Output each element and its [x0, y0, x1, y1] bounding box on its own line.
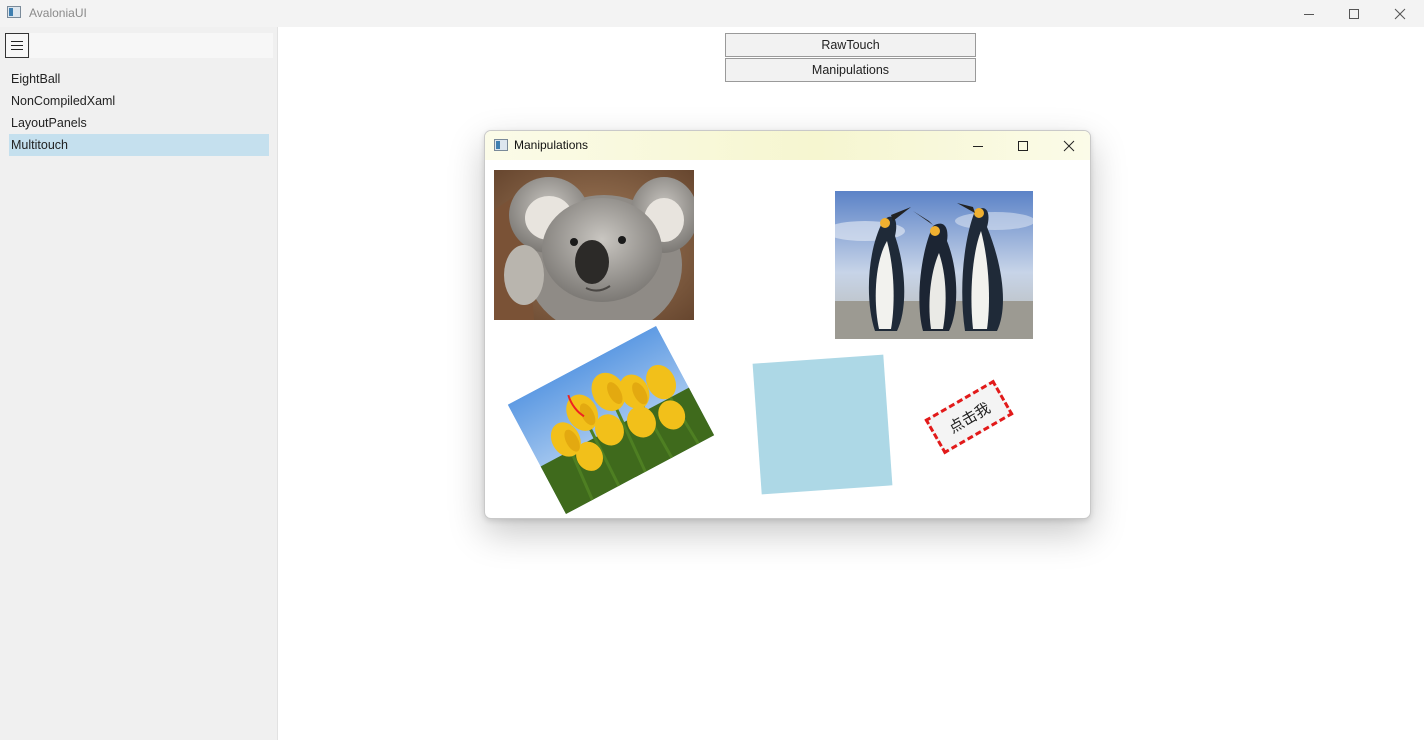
- child-minimize-button[interactable]: [955, 131, 1001, 160]
- child-maximize-button[interactable]: [1000, 131, 1046, 160]
- minimize-icon: [973, 145, 983, 147]
- sidebar-nav-list: EightBall NonCompiledXaml LayoutPanels M…: [9, 68, 269, 156]
- sidebar-item-eightball[interactable]: EightBall: [9, 68, 269, 90]
- manipulations-button[interactable]: Manipulations: [725, 58, 976, 82]
- sidebar-item-noncompiledxaml[interactable]: NonCompiledXaml: [9, 90, 269, 112]
- app-icon: [7, 6, 21, 18]
- child-close-button[interactable]: [1046, 131, 1090, 160]
- maximize-button[interactable]: [1331, 0, 1377, 27]
- sidebar-item-multitouch[interactable]: Multitouch: [9, 134, 269, 156]
- window-title: AvaloniaUI: [29, 6, 87, 20]
- penguins-image[interactable]: [835, 191, 1033, 339]
- pane-header-strip: [30, 33, 273, 58]
- child-window-title: Manipulations: [514, 138, 589, 152]
- child-title-bar[interactable]: Manipulations: [485, 131, 1090, 160]
- close-button[interactable]: [1377, 0, 1423, 27]
- main-title-bar: AvaloniaUI: [0, 0, 1424, 27]
- close-icon: [1394, 8, 1406, 19]
- sidebar-item-layoutpanels[interactable]: LayoutPanels: [9, 112, 269, 134]
- minimize-button[interactable]: [1286, 0, 1332, 27]
- hamburger-icon: [11, 40, 23, 51]
- child-app-icon: [494, 139, 508, 151]
- blue-square[interactable]: [752, 354, 893, 495]
- maximize-icon: [1349, 8, 1359, 19]
- koala-image[interactable]: [494, 170, 694, 320]
- close-icon: [1063, 140, 1075, 151]
- rawtouch-button[interactable]: RawTouch: [725, 33, 976, 57]
- hamburger-button[interactable]: [5, 33, 29, 58]
- maximize-icon: [1018, 140, 1028, 151]
- sidebar: EightBall NonCompiledXaml LayoutPanels M…: [0, 27, 278, 740]
- minimize-icon: [1304, 13, 1314, 15]
